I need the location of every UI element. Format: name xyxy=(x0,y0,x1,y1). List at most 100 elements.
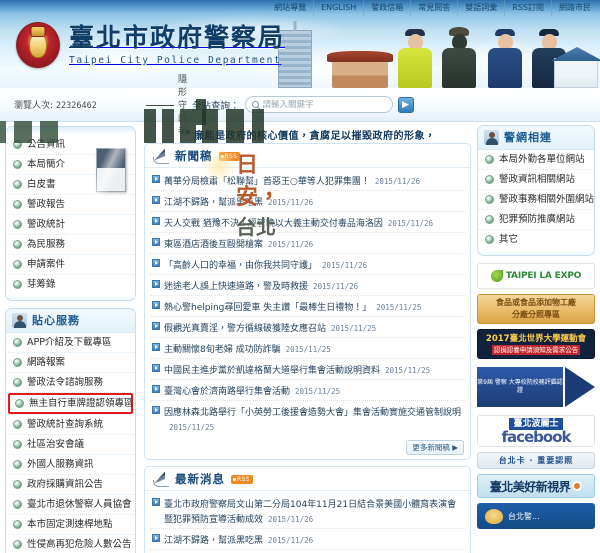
sidebar-item-label: APP介紹及下載專區 xyxy=(27,337,112,348)
news-date: 2015/11/25 xyxy=(331,323,377,333)
rss-icon[interactable]: RSS xyxy=(231,474,253,484)
banner-mascot-label: 台北警... xyxy=(508,511,540,521)
sidebar-item-field-units[interactable]: 本局外勤各單位網站 xyxy=(478,150,594,169)
list-item[interactable]: 中國民主進步黨於凱達格蘭大道舉行集會活動說明資料 2015/11/25 xyxy=(150,359,466,380)
banner-police-mascot[interactable]: 台北警... xyxy=(477,503,595,529)
news-title[interactable]: 「高齡人口的幸福，由你我共同守護」 xyxy=(164,261,317,271)
header-photo-montage xyxy=(270,16,600,88)
sidebar-item-label: 無主自行車牌證認領專區 xyxy=(29,398,134,409)
sidebar-item-label: 為民服務 xyxy=(27,239,66,250)
banner-food-factory[interactable]: 食品或食品添加物工廠 分廠分照專區 xyxy=(477,294,595,324)
sidebar-item-records[interactable]: 芽筹錄 xyxy=(6,275,135,294)
person-icon xyxy=(484,129,499,145)
list-item[interactable]: 江湖不歸路，幫派黑吃黑 2015/11/26 xyxy=(150,191,466,212)
list-item[interactable]: 主動關懷8旬老婦 成功防詐騙 2015/11/25 xyxy=(150,338,466,359)
banner-facebook[interactable]: 臺北波麗士 facebook xyxy=(477,415,595,447)
sidebar-item-online-report[interactable]: 網路報案 xyxy=(6,353,135,372)
bullet-icon xyxy=(13,260,22,269)
latest-list: 臺北市政府警察局文山第二分局104年11月21日結合景美國小體育表演會暨犯罪預防… xyxy=(145,491,470,553)
topnav-item-mailbox[interactable]: 警政信箱 xyxy=(363,0,410,16)
sidebar-item-police-info-sites[interactable]: 警政資訊相關網站 xyxy=(478,170,594,189)
list-item[interactable]: 東區酒店酒後互毆開槍案 2015/11/26 xyxy=(150,233,466,254)
site-logo[interactable]: 臺北市政府警察局 Taipei City Police Department xyxy=(16,22,285,68)
sidebar-item-others[interactable]: 其它 xyxy=(478,230,594,249)
list-item[interactable]: 萬華分局檢肅「松聯幫」首惡王○華等人犯罪集團！ 2015/11/26 xyxy=(150,170,466,191)
sidebar-item-label: 白皮書 xyxy=(27,179,56,190)
list-item[interactable]: 江湖不歸路，幫派黑吃黑 2015/11/26 xyxy=(150,529,466,550)
sidebar-item-sex-offender[interactable]: 性侵高再犯危險人數公告 xyxy=(6,535,135,553)
bullet-icon xyxy=(13,378,22,387)
bullet-icon xyxy=(13,420,22,429)
banner-school-evaluation[interactable]: 第9屆 警察 大專校院校務評鑑認證 xyxy=(477,364,595,410)
arrow-bullet-icon xyxy=(152,533,160,542)
list-item[interactable]: 天人交戰 猶豫不決！經管晚以大義主動交付毒品海洛因 2015/11/26 xyxy=(150,212,466,233)
sidebar-item-statistics[interactable]: 警政統計 xyxy=(6,215,135,234)
sidebar-item-community-meeting[interactable]: 社區治安會議 xyxy=(6,435,135,454)
sidebar-item-applications[interactable]: 申請案件 xyxy=(6,255,135,274)
more-news-button[interactable]: 更多新聞稿 ▶ xyxy=(406,440,464,455)
sidebar-item-external-sites[interactable]: 警政事務相關外圍網站 xyxy=(478,190,594,209)
news-title[interactable]: 假觀光真賣淫，警方循線破獲陸女應召站 xyxy=(164,324,326,334)
bullet-icon xyxy=(13,500,22,509)
sidebar-item-retired-assoc[interactable]: 臺北市退休警察人員協會 xyxy=(6,495,135,514)
news-section: 新聞稿 RSS 萬華分局檢肅「松聯幫」首惡王○華等人犯罪集團！2015/11/2… xyxy=(144,143,471,460)
list-item[interactable]: 臺灣心會於濟南路舉行集會活動 2015/11/25 xyxy=(150,380,466,401)
list-item[interactable]: 因應林森北路舉行「小英勞工後援會造勢大會」集會活動實施交通管制說明 2015/11… xyxy=(150,401,466,436)
panel-bottom-decoration xyxy=(6,294,135,300)
search-input[interactable] xyxy=(262,99,383,110)
bullet-icon xyxy=(13,200,22,209)
banner-taipei-new-view[interactable]: 臺北美好新視界 xyxy=(477,474,595,498)
sidebar-item-label: 性侵高再犯危險人數公告 xyxy=(27,539,132,550)
latest-date: 2015/11/26 xyxy=(268,535,314,545)
latest-title[interactable]: 江湖不歸路，幫派黑吃黑 xyxy=(164,536,263,546)
news-title[interactable]: 主動關懷8旬老婦 成功防詐騙 xyxy=(164,345,281,355)
search-submit-button[interactable]: ▶ xyxy=(397,96,414,113)
news-date: 2015/11/25 xyxy=(285,344,331,354)
topnav-item-english[interactable]: ENGLISH xyxy=(313,0,363,16)
topnav-item-glossary[interactable]: 雙語詞彙 xyxy=(457,0,504,16)
search-icon xyxy=(251,101,259,108)
news-date: 2015/11/26 xyxy=(268,239,314,249)
topnav-item-faq[interactable]: 常見問答 xyxy=(410,0,457,16)
arrow-bullet-icon xyxy=(152,300,160,309)
news-title[interactable]: 臺灣心會於濟南路舉行集會活動 xyxy=(164,387,290,397)
list-item[interactable]: 假觀光真賣淫，警方循線破獲陸女應召站 2015/11/25 xyxy=(150,317,466,338)
topnav-item-sitemap[interactable]: 網站導覽 xyxy=(267,0,313,16)
arrow-bullet-icon xyxy=(152,174,160,183)
sidebar-item-label: 本市固定測速桿地點 xyxy=(27,519,113,530)
banner-univ-line1: 2017臺北世界大學運動會 xyxy=(485,334,587,344)
sidebar-item-legal-consult[interactable]: 警政法令諮詢服務 xyxy=(6,373,135,392)
bullet-icon xyxy=(13,460,22,469)
site-title-en: Taipei City Police Department xyxy=(69,54,282,66)
sidebar-item-foreigner-info[interactable]: 外國人服務資訊 xyxy=(6,455,135,474)
list-item[interactable]: 熱心警helping尋回愛車 失主讚「最棒生日禮物！」 2015/11/25 xyxy=(150,296,466,317)
news-title[interactable]: 東區酒店酒後互毆開槍案 xyxy=(164,240,263,250)
sidebar-item-public-service[interactable]: 為民服務 xyxy=(6,235,135,254)
news-date: 2015/11/26 xyxy=(387,218,434,228)
list-item[interactable]: 臺北市政府警察局文山第二分局104年11月21日結合景美國小體育表演會暨犯罪預防… xyxy=(150,493,466,529)
list-item[interactable]: 「高齡人口的幸福，由你我共同守護」 2015/11/26 xyxy=(150,254,466,275)
top-navigation: 網站導覽 ENGLISH 警政信箱 常見問答 雙語詞彙 RSS訂閱 網路市民 xyxy=(267,0,600,16)
banner-taipei-la-expo[interactable]: TAIPEI LA EXPO xyxy=(477,263,595,289)
facebook-icon: facebook xyxy=(501,427,571,446)
news-title[interactable]: 中國民主進步黨於凱達格蘭大道舉行集會活動說明資料 xyxy=(164,366,380,376)
sidebar-item-label: 政府採購資訊公告 xyxy=(27,479,104,490)
sidebar-item-procurement[interactable]: 政府採購資訊公告 xyxy=(6,475,135,494)
utility-bar: 瀏覽人次: 22326462 全站查詢： ▶ xyxy=(0,88,600,122)
sidebar-item-speed-camera[interactable]: 本市固定測速桿地點 xyxy=(6,515,135,534)
news-title[interactable]: 熱心警helping尋回愛車 失主讚「最棒生日禮物！」 xyxy=(164,303,371,313)
sidebar-item-crime-prevention[interactable]: 犯罪預防推廣網站 xyxy=(478,210,594,229)
banner-universiade-2017[interactable]: 2017臺北世界大學運動會 認捐認養申請須知及需求公告 xyxy=(477,329,595,359)
topnav-item-rss[interactable]: RSS訂閱 xyxy=(504,0,551,16)
news-title[interactable]: 因應林森北路舉行「小英勞工後援會造勢大會」集會活動實施交通管制說明 xyxy=(164,408,461,418)
sidebar-item-stats-query[interactable]: 警政統計查詢系統 xyxy=(6,415,135,434)
arrow-bullet-icon xyxy=(152,363,160,372)
sidebar-item-app-download[interactable]: APP介紹及下載專區 xyxy=(6,333,135,352)
service-menu-panel: 貼心服務 APP介紹及下載專區 網路報案 警政法令諮詢服務 無主自行車牌證認領專… xyxy=(5,308,136,553)
news-title[interactable]: 迷途老人誤上快速道路，警及時救援 xyxy=(164,282,308,292)
search-box[interactable] xyxy=(244,96,393,113)
banner-taipei-card[interactable]: 台北卡 · 重要認照 xyxy=(477,452,595,469)
sidebar-item-unclaimed-bicycle[interactable]: 無主自行車牌證認領專區 xyxy=(8,393,134,414)
list-item[interactable]: 迷途老人誤上快速道路，警及時救援 2015/11/26 xyxy=(150,275,466,296)
topnav-item-citizen[interactable]: 網路市民 xyxy=(551,0,598,16)
